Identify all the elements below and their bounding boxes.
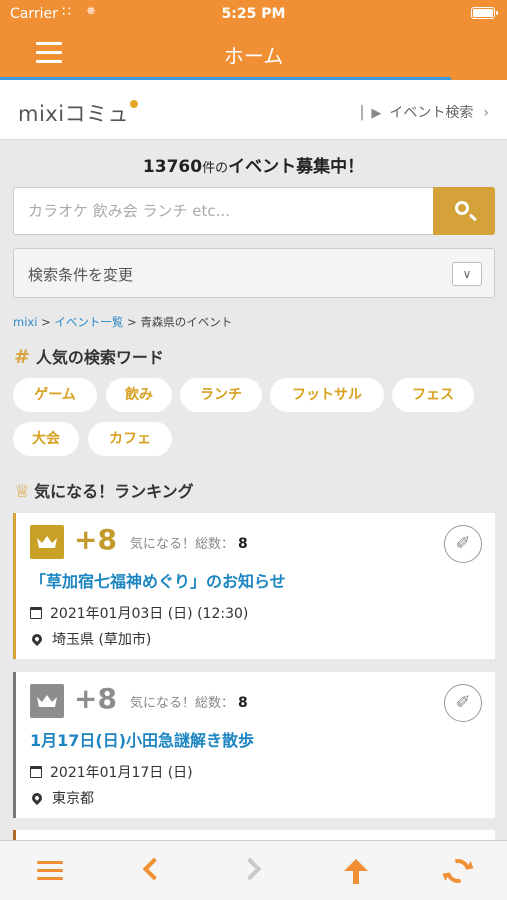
search-box bbox=[13, 187, 495, 235]
flag-icon: ▏▶ bbox=[361, 106, 382, 121]
ranking-heading: ♕ 気になる！ランキング bbox=[14, 478, 194, 502]
bottom-toolbar bbox=[0, 840, 507, 900]
event-date-text: 2021年01月17日 (日) bbox=[50, 765, 193, 781]
total-count-label: 気になる！総数： bbox=[130, 696, 235, 711]
paperclip-icon[interactable]: ✐ bbox=[444, 684, 482, 722]
rank-crown-badge bbox=[30, 525, 64, 559]
event-date: 2021年01月17日 (日) bbox=[30, 762, 193, 782]
event-count-unit: 件の bbox=[202, 161, 229, 176]
event-title[interactable]: 1月17日(日)小田急謎解き散歩 bbox=[30, 727, 254, 751]
navigation-bar: Carrier ∷ ✵ 5:25 PM ホーム bbox=[0, 0, 507, 80]
total-count-value: 8 bbox=[238, 536, 248, 552]
chevron-right-icon: › bbox=[483, 105, 489, 121]
battery-icon bbox=[471, 7, 498, 19]
plus-count: +8 bbox=[74, 523, 117, 556]
plus-count: +8 bbox=[74, 682, 117, 715]
calendar-icon bbox=[30, 766, 42, 778]
refresh-icon[interactable] bbox=[440, 853, 476, 889]
tag-cafe[interactable]: カフェ bbox=[88, 422, 172, 456]
ranking-card[interactable]: +8 気になる！総数： 8 ✐ 1月17日(日)小田急謎解き散歩 2021年01月… bbox=[13, 672, 495, 818]
rank-crown-badge bbox=[30, 684, 64, 718]
event-place-text: 東京都 bbox=[52, 791, 94, 807]
tag-lunch[interactable]: ランチ bbox=[180, 378, 262, 412]
total-count-value: 8 bbox=[238, 695, 248, 711]
search-input[interactable] bbox=[14, 188, 434, 234]
forward-icon bbox=[236, 853, 272, 889]
change-conditions-dropdown[interactable]: 検索条件を変更 ∨ bbox=[13, 248, 495, 298]
app-header: mixiコミュ ▏▶ イベント検索 › bbox=[0, 80, 507, 140]
clock: 5:25 PM bbox=[221, 6, 286, 22]
breadcrumb-event-list[interactable]: イベント一覧 bbox=[54, 315, 123, 329]
location-pin-icon bbox=[29, 790, 45, 806]
breadcrumb-separator: > bbox=[127, 315, 137, 329]
popular-words-title: 人気の検索ワード bbox=[35, 348, 164, 367]
event-search-label: イベント検索 bbox=[389, 105, 474, 121]
total-count: 気になる！総数： 8 bbox=[130, 533, 248, 552]
logo[interactable]: mixiコミュ bbox=[18, 98, 139, 128]
breadcrumb-mixi[interactable]: mixi bbox=[13, 315, 37, 329]
breadcrumb: mixi > イベント一覧 > 青森県のイベント bbox=[13, 314, 232, 330]
tag-fes[interactable]: フェス bbox=[392, 378, 474, 412]
total-count: 気になる！総数： 8 bbox=[130, 692, 248, 711]
tag-futsal[interactable]: フットサル bbox=[270, 378, 384, 412]
crown-icon: ♕ bbox=[14, 481, 31, 502]
page-title: ホーム bbox=[223, 44, 284, 68]
hashtag-icon: # bbox=[14, 346, 30, 368]
ranking-card[interactable]: +8 気になる！総数： 8 ✐ 「草加宿七福神めぐり」のお知らせ 2021年01月… bbox=[13, 513, 495, 659]
calendar-icon bbox=[30, 607, 42, 619]
event-title[interactable]: 「草加宿七福神めぐり」のお知らせ bbox=[30, 568, 286, 592]
menu-icon[interactable] bbox=[32, 853, 68, 889]
event-place: 埼玉県 (草加市) bbox=[29, 629, 152, 649]
back-icon[interactable] bbox=[134, 853, 170, 889]
search-icon bbox=[455, 201, 469, 215]
tag-drinks[interactable]: 飲み bbox=[106, 378, 172, 412]
chevron-down-icon[interactable]: ∨ bbox=[452, 262, 482, 286]
total-count-label: 気になる！総数： bbox=[130, 537, 235, 552]
event-place-text: 埼玉県 (草加市) bbox=[52, 632, 152, 648]
search-button[interactable] bbox=[433, 187, 495, 235]
status-bar: Carrier ∷ ✵ 5:25 PM bbox=[0, 0, 507, 28]
event-date-text: 2021年01月03日 (日) (12:30) bbox=[50, 606, 249, 622]
popular-words-heading: # 人気の検索ワード bbox=[14, 344, 164, 368]
crown-icon bbox=[37, 695, 57, 707]
logo-dot-icon bbox=[130, 100, 139, 108]
event-count-label: イベント募集中！ bbox=[228, 157, 365, 177]
event-count-heading: 13760件のイベント募集中！ bbox=[0, 152, 507, 177]
event-date: 2021年01月03日 (日) (12:30) bbox=[30, 603, 248, 623]
location-pin-icon bbox=[29, 631, 45, 647]
event-search-link[interactable]: ▏▶ イベント検索 › bbox=[361, 102, 489, 122]
crown-icon bbox=[37, 536, 57, 548]
breadcrumb-current: 青森県のイベント bbox=[140, 315, 233, 329]
logo-text: mixiコミュ bbox=[18, 102, 130, 126]
breadcrumb-separator: > bbox=[41, 315, 51, 329]
event-place: 東京都 bbox=[29, 788, 94, 808]
event-count: 13760 bbox=[142, 157, 203, 177]
change-conditions-label: 検索条件を変更 bbox=[28, 266, 134, 284]
paperclip-icon[interactable]: ✐ bbox=[444, 525, 482, 563]
tag-tournament[interactable]: 大会 bbox=[13, 422, 79, 456]
tag-game[interactable]: ゲーム bbox=[13, 378, 97, 412]
ranking-title: 気になる！ランキング bbox=[34, 482, 194, 501]
scroll-top-icon[interactable] bbox=[338, 853, 374, 889]
